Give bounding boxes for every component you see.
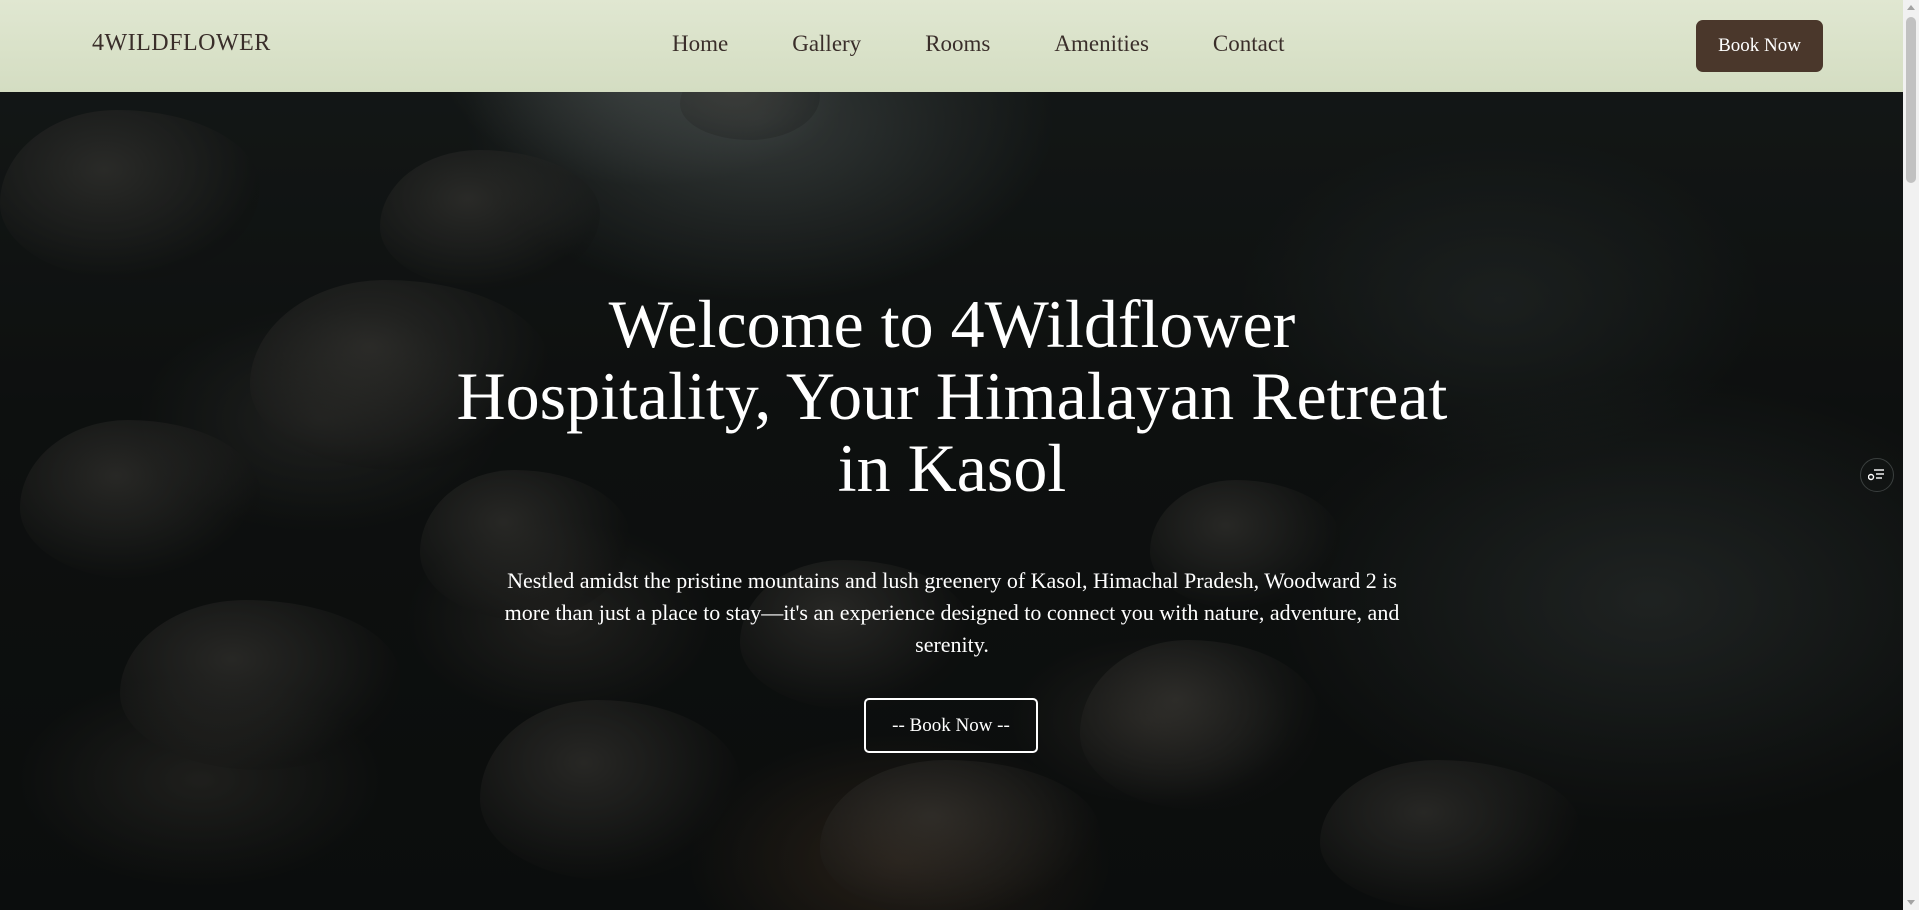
navbar: 4WILDFLOWER Home Gallery Rooms Amenities…	[0, 0, 1903, 92]
page-scrollbar[interactable]	[1903, 0, 1919, 910]
book-now-button[interactable]: Book Now	[1696, 20, 1823, 72]
nav-link-contact[interactable]: Contact	[1213, 31, 1285, 57]
hero-book-now-button[interactable]: -- Book Now --	[864, 698, 1038, 753]
nav-link-home[interactable]: Home	[672, 31, 728, 57]
scrollbar-thumb[interactable]	[1906, 17, 1916, 183]
nav-link-gallery[interactable]: Gallery	[792, 31, 861, 57]
nav-link-amenities[interactable]: Amenities	[1054, 31, 1149, 57]
scroll-up-arrow-icon[interactable]	[1907, 5, 1915, 10]
hero-title: Welcome to 4Wildflower Hospitality, Your…	[456, 286, 1448, 506]
scroll-down-arrow-icon[interactable]	[1907, 900, 1915, 905]
nav-link-rooms[interactable]: Rooms	[925, 31, 990, 57]
hero-description: Nestled amidst the pristine mountains an…	[504, 568, 1400, 657]
settings-list-icon[interactable]	[1860, 458, 1894, 492]
brand-logo[interactable]: 4WILDFLOWER	[92, 30, 271, 57]
page: 4WILDFLOWER Home Gallery Rooms Amenities…	[0, 0, 1919, 910]
nav-links: Home Gallery Rooms Amenities Contact	[672, 31, 1284, 57]
